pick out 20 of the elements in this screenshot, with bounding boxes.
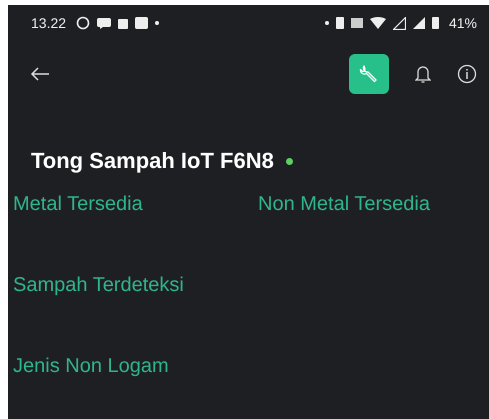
chat-bubble-icon [97, 16, 112, 30]
bell-icon[interactable] [415, 64, 431, 84]
info-icon[interactable] [457, 64, 477, 84]
wrench-icon [359, 64, 379, 84]
dot-icon [324, 21, 329, 25]
circle-icon [76, 16, 90, 30]
dot-icon [155, 21, 160, 25]
widget-label: Sampah Terdeteksi [13, 274, 185, 297]
battery-percentage: 41% [448, 15, 477, 31]
widget-label: Non Metal Tersedia [258, 193, 431, 216]
signal-icon [412, 17, 425, 29]
signal-icon [392, 16, 406, 30]
status-time: 13.22 [31, 15, 66, 31]
device-title: Tong Sampah IoT F6N8 [31, 148, 274, 174]
widget-label: Jenis Non Logam [13, 355, 170, 378]
wrench-button[interactable] [349, 54, 389, 94]
wifi-icon [370, 17, 386, 29]
back-arrow-icon[interactable] [30, 67, 50, 81]
widget-label: Metal Tersedia [13, 193, 144, 216]
battery-icon [432, 17, 439, 29]
